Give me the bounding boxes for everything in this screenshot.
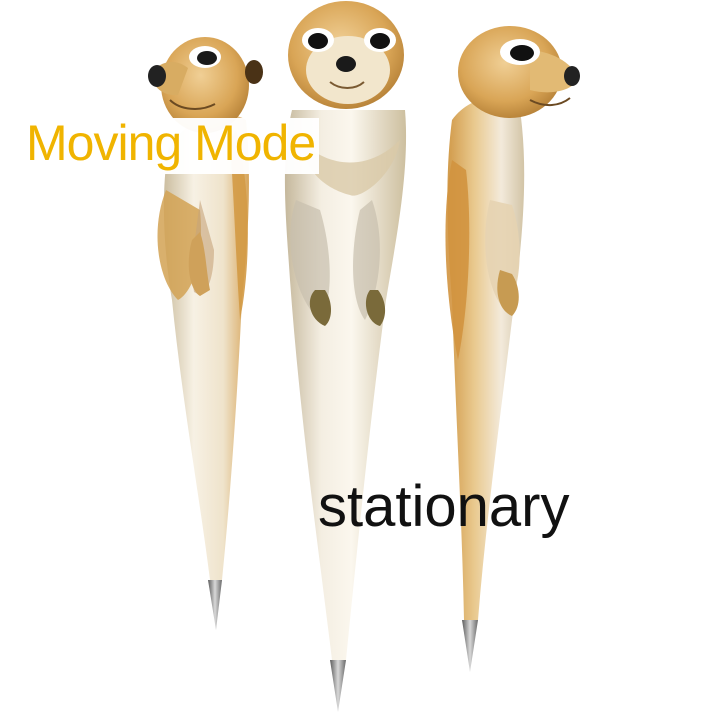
center-meerkat-pen — [284, 1, 407, 712]
meerkat-pens-illustration — [148, 1, 580, 712]
right-meerkat-pen — [445, 26, 580, 672]
photo-stage: Moving Mode stationary — [0, 0, 720, 719]
caption-moving-mode: Moving Mode — [24, 118, 320, 174]
caption-stationary: stationary — [318, 474, 570, 539]
